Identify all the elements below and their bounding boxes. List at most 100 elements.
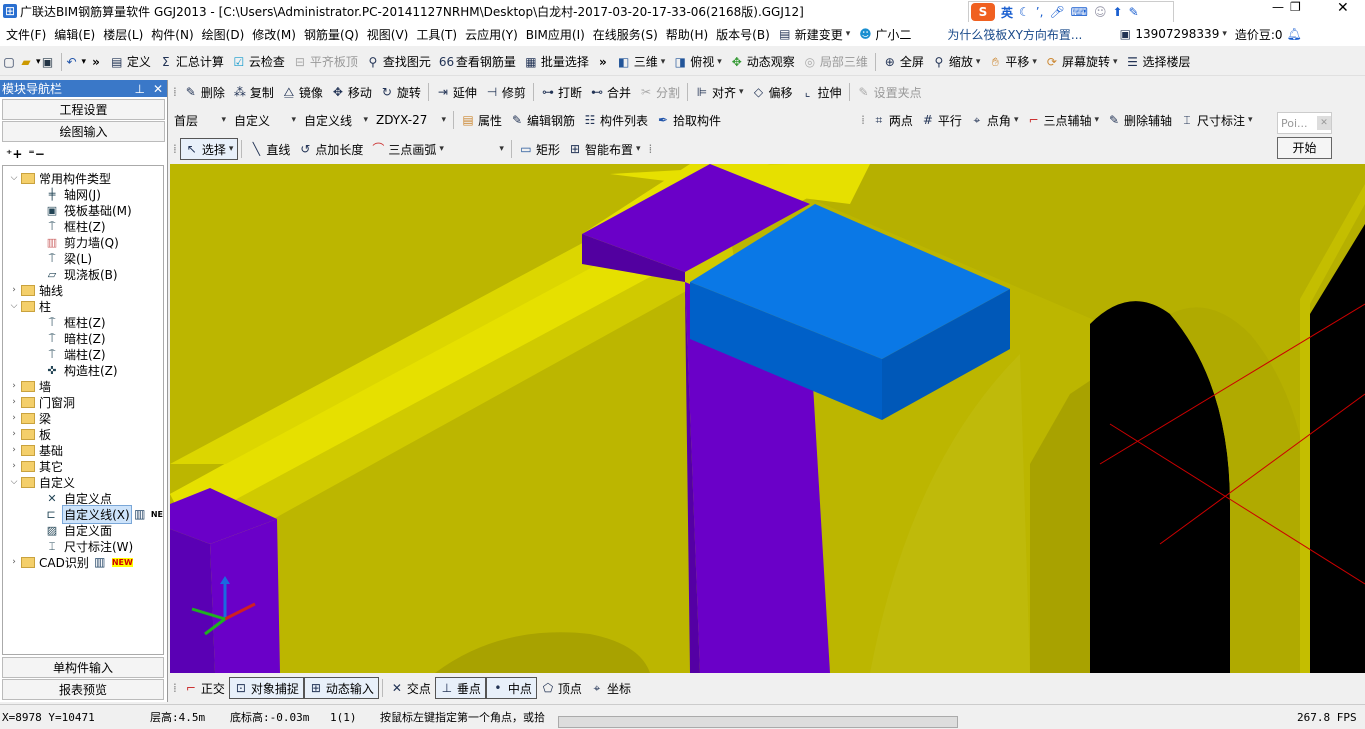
- trim-button[interactable]: ⊣ 修剪: [481, 81, 530, 103]
- zoom-button[interactable]: ⚲ 缩放: [928, 51, 985, 73]
- expand-icon[interactable]: ›: [9, 285, 19, 295]
- point-angle-button[interactable]: ⌖ 点角: [966, 109, 1023, 131]
- tree-folder-cad[interactable]: › CAD识别 ▥ NEW: [3, 554, 163, 570]
- expand-icon[interactable]: ›: [9, 461, 19, 471]
- local-3d-button[interactable]: ◎ 局部三维: [799, 51, 872, 73]
- collapse-all-icon[interactable]: ⁼−: [28, 147, 44, 161]
- keyboard-icon[interactable]: ⌨: [1071, 5, 1088, 19]
- collapse-icon[interactable]: ⌵: [9, 477, 19, 487]
- engineering-settings-button[interactable]: 工程设置: [2, 99, 165, 120]
- restore-icon[interactable]: ❐: [1290, 0, 1301, 14]
- single-component-button[interactable]: 单构件输入: [2, 657, 164, 678]
- align-button[interactable]: ⊫ 对齐: [691, 81, 748, 103]
- ime-language[interactable]: 英: [1001, 4, 1013, 21]
- wrench-icon[interactable]: ✎: [1129, 5, 1139, 19]
- type-select[interactable]: 自定义线: [300, 109, 372, 131]
- ortho-toggle[interactable]: ⌐ 正交: [180, 677, 229, 699]
- tree-item-frame-column-2[interactable]: ⍑ 框柱(Z): [3, 314, 163, 330]
- menu-draw[interactable]: 绘图(D): [198, 23, 249, 45]
- tree-folder-foundation[interactable]: › 基础: [3, 442, 163, 458]
- tree-folder-common[interactable]: ⌵ 常用构件类型: [3, 170, 163, 186]
- user-icon[interactable]: ☺: [1094, 5, 1107, 19]
- menu-component[interactable]: 构件(N): [147, 23, 197, 45]
- screen-rotate-button[interactable]: ⟳ 屏幕旋转: [1041, 51, 1122, 73]
- moon-icon[interactable]: ☾: [1019, 5, 1030, 19]
- new-file-icon[interactable]: ▢: [2, 55, 16, 69]
- bell-icon[interactable]: 🔔︎: [1287, 27, 1302, 41]
- vertex-snap[interactable]: ⬠ 顶点: [537, 677, 586, 699]
- define-button[interactable]: ▤ 定义: [106, 51, 155, 73]
- point-input[interactable]: Poi... ✕: [1277, 112, 1332, 134]
- pin-icon[interactable]: ⊥: [134, 82, 144, 96]
- report-preview-button[interactable]: 报表预览: [2, 679, 164, 700]
- tree-folder-openings[interactable]: › 门窗洞: [3, 394, 163, 410]
- collapse-icon[interactable]: ⌵: [9, 173, 19, 183]
- tree-item-beam[interactable]: ⍑ 梁(L): [3, 250, 163, 266]
- expand-icon[interactable]: ›: [9, 413, 19, 423]
- tree-item-end-column[interactable]: ⍑ 端柱(Z): [3, 346, 163, 362]
- 3d-viewport[interactable]: [170, 164, 1365, 673]
- expand-icon[interactable]: ›: [9, 445, 19, 455]
- view-rebar-button[interactable]: 66 查看钢筋量: [435, 51, 520, 73]
- tree-folder-beam[interactable]: › 梁: [3, 410, 163, 426]
- pan-button[interactable]: ✋︎ 平移: [984, 51, 1041, 73]
- question-link[interactable]: 为什么筏板XY方向布置...: [943, 23, 1086, 45]
- break-button[interactable]: ⊶ 打断: [537, 81, 586, 103]
- tree-item-grid[interactable]: ╪ 轴网(J): [3, 186, 163, 202]
- tree-item-hidden-column[interactable]: ⍑ 暗柱(Z): [3, 330, 163, 346]
- three-point-arc-button[interactable]: ⌒ 三点画弧: [367, 138, 448, 160]
- expand-icon[interactable]: ›: [9, 429, 19, 439]
- ime-toolbar[interactable]: S 英 ☾ ’, 🎤︎ ⌨ ☺ ⬆ ✎: [968, 1, 1174, 23]
- menu-rebar[interactable]: 钢筋量(Q): [300, 23, 363, 45]
- tree-item-raft[interactable]: ▣ 筏板基础(M): [3, 202, 163, 218]
- tree-folder-slab[interactable]: › 板: [3, 426, 163, 442]
- save-icon[interactable]: ▣: [41, 55, 55, 69]
- menu-file[interactable]: 文件(F): [2, 23, 50, 45]
- delete-button[interactable]: ✎ 删除: [180, 81, 229, 103]
- menu-cloud[interactable]: 云应用(Y): [461, 23, 522, 45]
- menu-floor[interactable]: 楼层(L): [99, 23, 147, 45]
- mirror-button[interactable]: ⧋ 镜像: [278, 81, 327, 103]
- pick-component-button[interactable]: ✒ 拾取构件: [652, 109, 725, 131]
- collapse-icon[interactable]: ⌵: [9, 301, 19, 311]
- expand-icon[interactable]: ›: [9, 557, 19, 567]
- fullscreen-button[interactable]: ⊕ 全屏: [879, 51, 928, 73]
- shirt-icon[interactable]: ⬆: [1113, 5, 1123, 19]
- menu-modify[interactable]: 修改(M): [248, 23, 300, 45]
- expand-icon[interactable]: ›: [9, 381, 19, 391]
- open-folder-icon[interactable]: ▰: [19, 55, 33, 69]
- dynamic-observe-button[interactable]: ✥ 动态观察: [726, 51, 799, 73]
- menu-version[interactable]: 版本号(B): [712, 23, 774, 45]
- category-select[interactable]: 自定义: [230, 109, 300, 131]
- tree-item-custom-face[interactable]: ▨ 自定义面: [3, 522, 163, 538]
- menu-view[interactable]: 视图(V): [363, 23, 413, 45]
- parallel-axis-button[interactable]: # 平行: [917, 109, 966, 131]
- line-tool-button[interactable]: ╲ 直线: [245, 138, 294, 160]
- 3d-model-render[interactable]: [170, 164, 1365, 673]
- tree-folder-wall[interactable]: › 墙: [3, 378, 163, 394]
- minimize-icon[interactable]: —: [1272, 0, 1284, 14]
- mic-icon[interactable]: 🎤︎: [1049, 5, 1064, 19]
- set-grip-button[interactable]: ✎ 设置夹点: [853, 81, 926, 103]
- expand-icon[interactable]: ›: [9, 397, 19, 407]
- properties-button[interactable]: ▤ 属性: [457, 109, 506, 131]
- expand-all-icon[interactable]: ⁺+: [6, 147, 22, 161]
- clear-input-icon[interactable]: ✕: [1317, 116, 1331, 130]
- punctuation-icon[interactable]: ’,: [1036, 5, 1044, 19]
- two-point-axis-button[interactable]: ⌗ 两点: [868, 109, 917, 131]
- tree-item-slab[interactable]: ▱ 现浇板(B): [3, 266, 163, 282]
- tree-item-dimension[interactable]: ⌶ 尺寸标注(W): [3, 538, 163, 554]
- align-slab-top-button[interactable]: ⊟ 平齐板顶: [289, 51, 362, 73]
- copy-button[interactable]: ⁂ 复制: [229, 81, 278, 103]
- delete-axis-button[interactable]: ✎ 删除辅轴: [1103, 109, 1176, 131]
- point-length-button[interactable]: ↺ 点加长度: [294, 138, 367, 160]
- tree-folder-custom[interactable]: ⌵ 自定义: [3, 474, 163, 490]
- tree-folder-other[interactable]: › 其它: [3, 458, 163, 474]
- component-list-button[interactable]: ☷ 构件列表: [579, 109, 652, 131]
- menu-online[interactable]: 在线服务(S): [589, 23, 662, 45]
- stretch-button[interactable]: ⌞ 拉伸: [797, 81, 846, 103]
- cloud-check-button[interactable]: ☑ 云检查: [228, 51, 289, 73]
- close-icon[interactable]: ✕: [1337, 0, 1349, 16]
- summary-calc-button[interactable]: Σ 汇总计算: [155, 51, 228, 73]
- tree-folder-axis[interactable]: › 轴线: [3, 282, 163, 298]
